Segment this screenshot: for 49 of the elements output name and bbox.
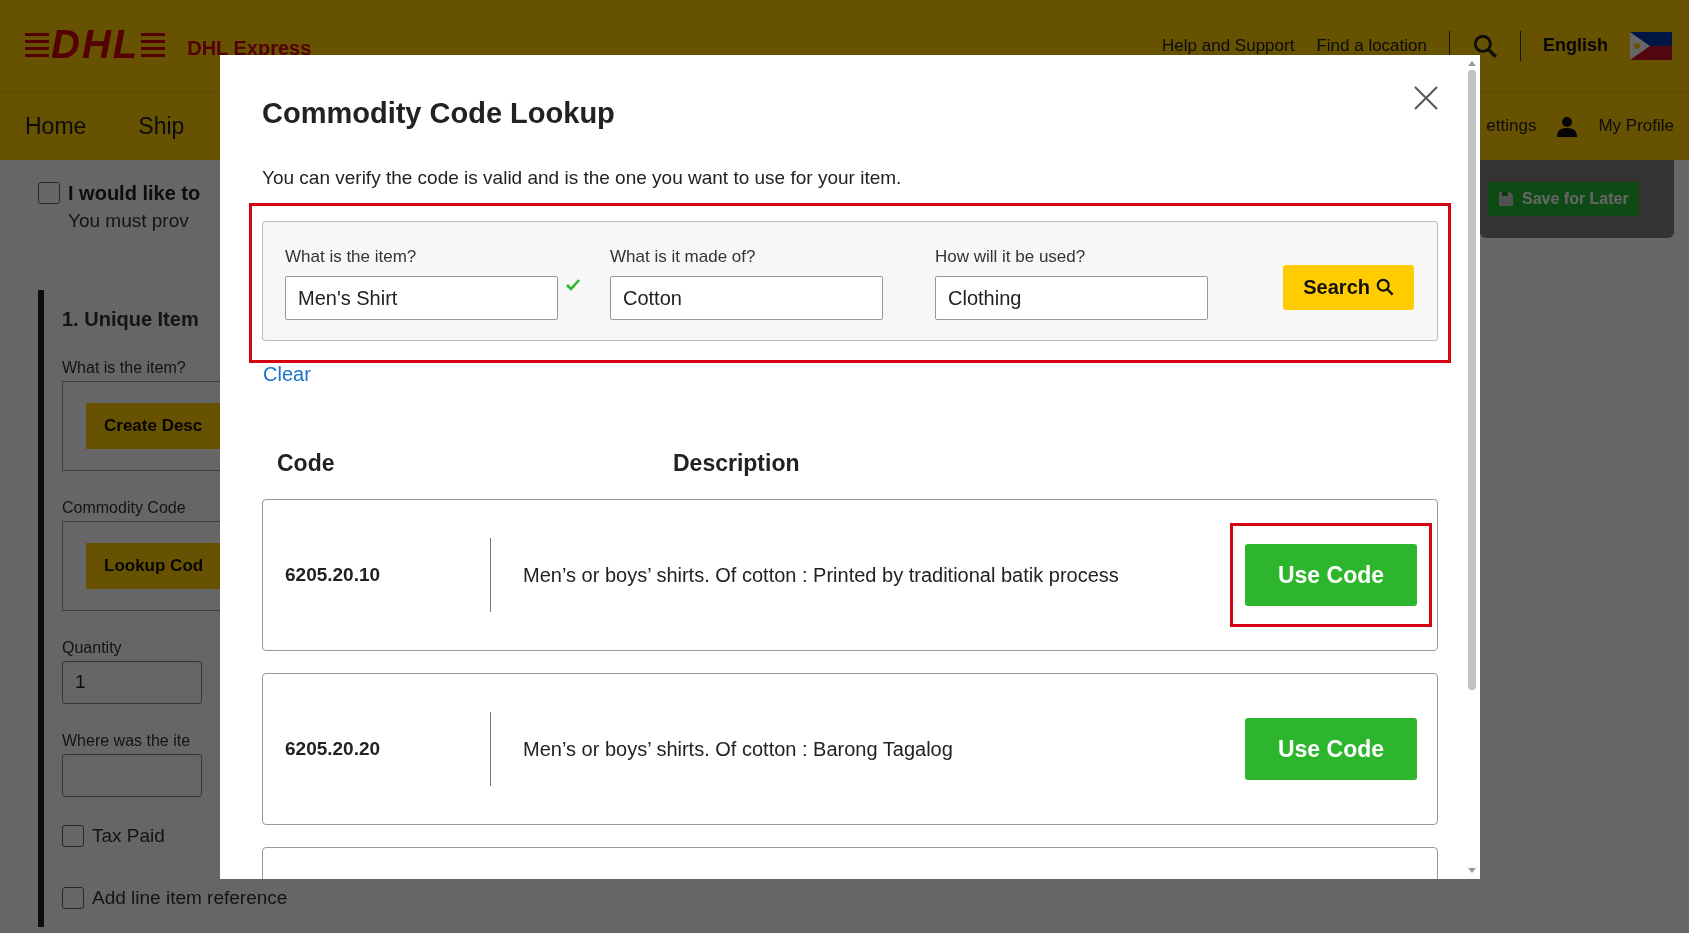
nav-item[interactable]: My Profile (1598, 116, 1674, 136)
checkbox[interactable] (62, 887, 84, 909)
section-title: 1. Unique Item (62, 308, 199, 331)
nav-item[interactable]: Ship (138, 112, 185, 140)
language-selector[interactable]: English (1543, 35, 1608, 56)
header-link[interactable]: Help and Support (1162, 35, 1295, 56)
input-field[interactable]: Clothing (935, 275, 1208, 320)
input-field[interactable] (62, 754, 202, 797)
close-icon[interactable] (1414, 86, 1438, 110)
search-icon[interactable] (1472, 32, 1498, 59)
field-label: What is the item? (285, 246, 418, 267)
user-icon[interactable] (1556, 115, 1579, 137)
code-description: Men’s or boys’ shirts. Of cotton : Barong Tagalog (523, 737, 954, 761)
nav-item[interactable]: ettings (1486, 116, 1537, 136)
input-field[interactable]: 1 (62, 661, 202, 704)
nav-item[interactable]: Home (25, 112, 87, 140)
intro-text: You can verify the code is valid and is the one you want to use for your item. (262, 167, 903, 189)
use-code-button[interactable]: Use Code (1245, 544, 1417, 606)
modal-title: Commodity Code Lookup (262, 97, 615, 130)
note-text: You must prov (68, 210, 190, 232)
field-label: How will it be used? (935, 246, 1087, 267)
scroll-up-icon[interactable] (1468, 61, 1476, 66)
checkbox[interactable] (38, 182, 60, 204)
field-label: What is it made of? (610, 246, 757, 267)
flag-icon[interactable] (1630, 31, 1672, 60)
search-button[interactable]: Search (1283, 264, 1414, 310)
header-link[interactable]: Find a location (1316, 35, 1427, 56)
input-field[interactable]: Cotton (610, 275, 883, 320)
field-label: Commodity Code (62, 499, 186, 517)
field-label: Quantity (62, 639, 122, 657)
field-label: Where was the ite (62, 732, 191, 750)
search-icon (1376, 278, 1394, 296)
commodity-code: 6205.20.20 (285, 738, 382, 760)
code-description: Men’s or boys’ shirts. Of cotton : Printed by traditional batik process (523, 563, 1120, 587)
checkbox[interactable] (62, 825, 84, 847)
commodity-code: 6205.20.10 (285, 564, 382, 586)
column-header: Description (673, 450, 800, 477)
save-button[interactable]: Save for Later (1488, 182, 1639, 216)
input-field[interactable]: Men's Shirt (285, 275, 558, 320)
checkbox-label: I would like to (68, 182, 201, 205)
floppy-icon (1498, 191, 1514, 207)
checkbox-label: Add line item reference (92, 887, 288, 909)
use-code-button[interactable]: Use Code (1245, 718, 1417, 780)
column-header: Code (277, 450, 336, 477)
scroll-down-icon[interactable] (1468, 868, 1476, 873)
clear-link[interactable]: Clear (263, 363, 311, 386)
field-label: What is the item? (62, 359, 186, 377)
brand-name: DHL Express (187, 37, 312, 60)
checkbox-label: Tax Paid (92, 825, 165, 847)
